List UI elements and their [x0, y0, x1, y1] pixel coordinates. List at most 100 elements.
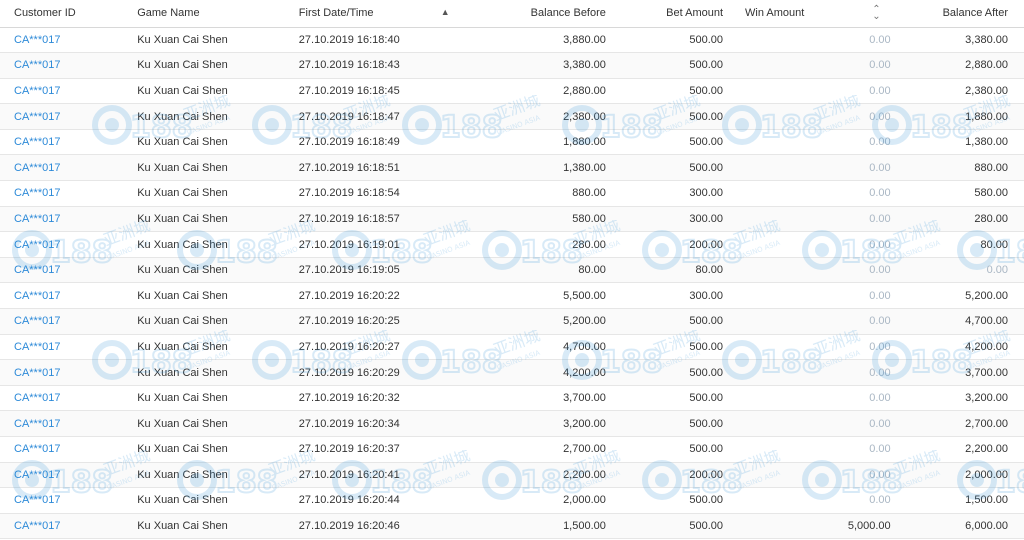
- table-row[interactable]: CA***017 Ku Xuan Cai Shen 27.10.2019 16:20…: [0, 308, 1024, 335]
- table-row[interactable]: CA***017 Ku Xuan Cai Shen 27.10.2019 16:20…: [0, 436, 1024, 463]
- cell-balance-after: 2,000.00: [892, 462, 1024, 489]
- cell-customer-id[interactable]: CA***017: [0, 206, 126, 233]
- cell-balance-before: 1,880.00: [454, 129, 608, 156]
- cell-customer-id[interactable]: CA***017: [0, 78, 126, 105]
- cell-customer-id[interactable]: CA***017: [0, 334, 126, 361]
- table-row[interactable]: CA***017 Ku Xuan Cai Shen 27.10.2019 16:18…: [0, 27, 1024, 54]
- cell-balance-before: 5,200.00: [454, 308, 608, 335]
- cell-win-amount: 0.00: [725, 129, 893, 156]
- sort-unsorted-icon[interactable]: ⌃ ⌄: [872, 5, 880, 22]
- cell-bet-amount: 500.00: [607, 103, 726, 130]
- cell-bet-amount: 80.00: [607, 257, 726, 284]
- table-row[interactable]: CA***017 Ku Xuan Cai Shen 27.10.2019 16:20…: [0, 462, 1024, 489]
- cell-bet-amount: 300.00: [607, 206, 726, 233]
- cell-first-datetime: 27.10.2019 16:19:05: [286, 257, 455, 284]
- cell-customer-id[interactable]: CA***017: [0, 52, 126, 79]
- cell-balance-before: 2,880.00: [454, 78, 608, 105]
- cell-customer-id[interactable]: CA***017: [0, 410, 126, 437]
- cell-bet-amount: 500.00: [607, 436, 726, 463]
- cell-balance-after: 5,200.00: [892, 282, 1024, 310]
- cell-bet-amount: 500.00: [607, 308, 726, 335]
- cell-first-datetime: 27.10.2019 16:20:25: [286, 308, 455, 335]
- cell-customer-id[interactable]: CA***017: [0, 103, 126, 130]
- cell-game-name: Ku Xuan Cai Shen: [125, 257, 287, 284]
- cell-balance-after: 3,380.00: [892, 27, 1024, 54]
- cell-balance-after: 4,700.00: [892, 308, 1024, 335]
- cell-first-datetime: 27.10.2019 16:20:32: [286, 385, 455, 412]
- bet-history-table: Customer ID Game Name First Date/Time ▲ …: [0, 0, 1024, 540]
- cell-balance-before: 4,700.00: [454, 334, 608, 361]
- cell-win-amount: 0.00: [725, 154, 893, 182]
- column-header-customer-id[interactable]: Customer ID: [0, 0, 126, 28]
- cell-game-name: Ku Xuan Cai Shen: [125, 154, 287, 182]
- cell-balance-after: 1,500.00: [892, 487, 1024, 514]
- cell-customer-id[interactable]: CA***017: [0, 513, 126, 540]
- table-row[interactable]: CA***017 Ku Xuan Cai Shen 27.10.2019 16:18…: [0, 180, 1024, 207]
- cell-customer-id[interactable]: CA***017: [0, 180, 126, 207]
- cell-game-name: Ku Xuan Cai Shen: [125, 359, 287, 386]
- cell-bet-amount: 500.00: [607, 513, 726, 540]
- cell-bet-amount: 500.00: [607, 359, 726, 386]
- table-row[interactable]: CA***017 Ku Xuan Cai Shen 27.10.2019 16:20…: [0, 282, 1024, 310]
- table-row[interactable]: CA***017 Ku Xuan Cai Shen 27.10.2019 16:18…: [0, 103, 1024, 130]
- page: Customer ID Game Name First Date/Time ▲ …: [0, 0, 1024, 540]
- sort-ascending-icon[interactable]: ▲: [441, 7, 450, 17]
- cell-customer-id[interactable]: CA***017: [0, 308, 126, 335]
- cell-first-datetime: 27.10.2019 16:20:44: [286, 487, 455, 514]
- cell-game-name: Ku Xuan Cai Shen: [125, 513, 287, 540]
- cell-win-amount: 0.00: [725, 359, 893, 386]
- table-row[interactable]: CA***017 Ku Xuan Cai Shen 27.10.2019 16:20…: [0, 487, 1024, 514]
- column-header-bet-amount[interactable]: Bet Amount: [607, 0, 726, 28]
- table-row[interactable]: CA***017 Ku Xuan Cai Shen 27.10.2019 16:20…: [0, 385, 1024, 412]
- cell-bet-amount: 500.00: [607, 129, 726, 156]
- table-row[interactable]: CA***017 Ku Xuan Cai Shen 27.10.2019 16:19…: [0, 231, 1024, 258]
- cell-customer-id[interactable]: CA***017: [0, 359, 126, 386]
- cell-customer-id[interactable]: CA***017: [0, 154, 126, 182]
- table-row[interactable]: CA***017 Ku Xuan Cai Shen 27.10.2019 16:20…: [0, 513, 1024, 540]
- cell-game-name: Ku Xuan Cai Shen: [125, 78, 287, 105]
- cell-customer-id[interactable]: CA***017: [0, 27, 126, 54]
- table-row[interactable]: CA***017 Ku Xuan Cai Shen 27.10.2019 16:18…: [0, 154, 1024, 182]
- table-row[interactable]: CA***017 Ku Xuan Cai Shen 27.10.2019 16:18…: [0, 129, 1024, 156]
- cell-balance-after: 880.00: [892, 154, 1024, 182]
- cell-first-datetime: 27.10.2019 16:20:29: [286, 359, 455, 386]
- column-header-first-datetime[interactable]: First Date/Time ▲: [286, 0, 455, 28]
- cell-game-name: Ku Xuan Cai Shen: [125, 487, 287, 514]
- cell-win-amount: 0.00: [725, 206, 893, 233]
- cell-first-datetime: 27.10.2019 16:18:51: [286, 154, 455, 182]
- cell-game-name: Ku Xuan Cai Shen: [125, 436, 287, 463]
- cell-bet-amount: 500.00: [607, 78, 726, 105]
- cell-customer-id[interactable]: CA***017: [0, 257, 126, 284]
- table-row[interactable]: CA***017 Ku Xuan Cai Shen 27.10.2019 16:19…: [0, 257, 1024, 284]
- column-header-game-name[interactable]: Game Name: [125, 0, 287, 28]
- cell-balance-after: 80.00: [892, 231, 1024, 258]
- cell-bet-amount: 500.00: [607, 334, 726, 361]
- table-row[interactable]: CA***017 Ku Xuan Cai Shen 27.10.2019 16:18…: [0, 78, 1024, 105]
- cell-balance-after: 280.00: [892, 206, 1024, 233]
- table-header-row: Customer ID Game Name First Date/Time ▲ …: [0, 0, 1024, 28]
- cell-win-amount: 0.00: [725, 52, 893, 79]
- cell-customer-id[interactable]: CA***017: [0, 231, 126, 258]
- cell-customer-id[interactable]: CA***017: [0, 462, 126, 489]
- cell-customer-id[interactable]: CA***017: [0, 487, 126, 514]
- column-header-win-amount[interactable]: Win Amount ⌃ ⌄: [725, 0, 893, 28]
- cell-game-name: Ku Xuan Cai Shen: [125, 410, 287, 437]
- table-row[interactable]: CA***017 Ku Xuan Cai Shen 27.10.2019 16:20…: [0, 359, 1024, 386]
- cell-balance-before: 2,200.00: [454, 462, 608, 489]
- table-row[interactable]: CA***017 Ku Xuan Cai Shen 27.10.2019 16:20…: [0, 334, 1024, 361]
- table-row[interactable]: CA***017 Ku Xuan Cai Shen 27.10.2019 16:20…: [0, 410, 1024, 437]
- cell-balance-before: 3,380.00: [454, 52, 608, 79]
- cell-balance-before: 4,200.00: [454, 359, 608, 386]
- cell-customer-id[interactable]: CA***017: [0, 436, 126, 463]
- column-header-balance-before[interactable]: Balance Before: [454, 0, 608, 28]
- table-row[interactable]: CA***017 Ku Xuan Cai Shen 27.10.2019 16:18…: [0, 52, 1024, 79]
- cell-customer-id[interactable]: CA***017: [0, 129, 126, 156]
- cell-bet-amount: 200.00: [607, 231, 726, 258]
- cell-customer-id[interactable]: CA***017: [0, 282, 126, 310]
- cell-customer-id[interactable]: CA***017: [0, 385, 126, 412]
- column-header-balance-after[interactable]: Balance After: [892, 0, 1024, 28]
- cell-game-name: Ku Xuan Cai Shen: [125, 27, 287, 54]
- cell-game-name: Ku Xuan Cai Shen: [125, 103, 287, 130]
- table-row[interactable]: CA***017 Ku Xuan Cai Shen 27.10.2019 16:18…: [0, 206, 1024, 233]
- cell-first-datetime: 27.10.2019 16:18:49: [286, 129, 455, 156]
